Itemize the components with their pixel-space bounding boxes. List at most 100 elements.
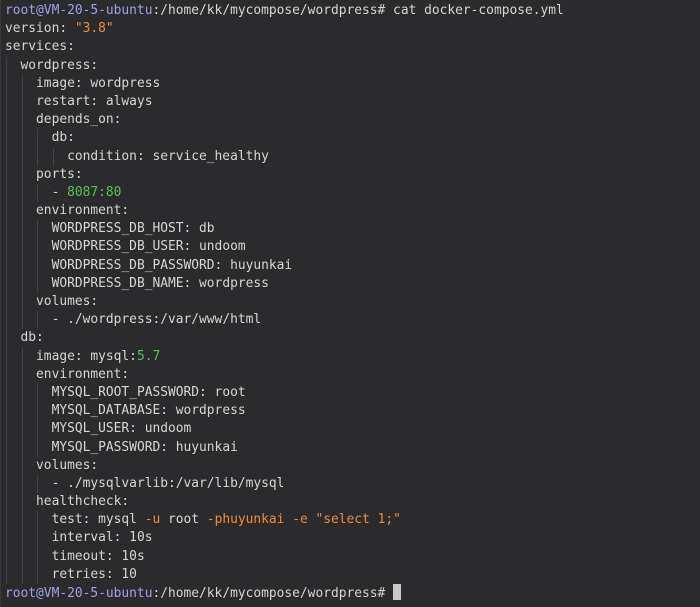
- indent-guide: [6, 365, 7, 384]
- indent-guide: [37, 547, 39, 566]
- text-segment: WORDPRESS_DB_PASSWORD: huyunkai: [51, 257, 293, 273]
- indent-guide: [21, 547, 23, 566]
- indent-guide: [21, 74, 23, 93]
- output-line: MYSQL_USER: undoom: [5, 420, 564, 439]
- text-segment: root: [160, 512, 207, 528]
- text-segment: MYSQL_USER: undoom: [51, 421, 192, 437]
- indent-guide: [6, 311, 7, 330]
- output-line: db:: [5, 329, 564, 348]
- output-line: image: wordpress: [5, 74, 564, 93]
- indent-guide: [21, 493, 23, 512]
- text-segment: image: mysql:: [36, 348, 137, 364]
- indent-guide: [6, 129, 7, 148]
- output-line: - 8087:80: [5, 183, 564, 203]
- indent-guide: [6, 293, 7, 312]
- output-line: - ./wordpress:/var/www/html: [5, 311, 564, 330]
- text-segment: MYSQL_ROOT_PASSWORD: root: [51, 384, 246, 400]
- output-line: WORDPRESS_DB_NAME: wordpress: [5, 274, 564, 293]
- indent-guide: [6, 274, 7, 293]
- text-segment: :/home/kk/mycompose/wordpress# cat docke…: [152, 3, 564, 18]
- terminal-output[interactable]: root@VM-20-5-ubuntu:/home/kk/mycompose/w…: [5, 2, 564, 602]
- indent-guide: [21, 293, 23, 312]
- output-line: MYSQL_PASSWORD: huyunkai: [5, 438, 564, 457]
- text-segment: MYSQL_PASSWORD: huyunkai: [51, 439, 238, 455]
- text-cursor: [393, 584, 402, 600]
- text-segment: depends_on:: [36, 112, 122, 128]
- indent-guide: [37, 529, 39, 548]
- indent-guide: [6, 56, 7, 75]
- output-line: depends_on:: [5, 111, 564, 130]
- text-segment: 5.7: [136, 348, 161, 364]
- output-line: environment:: [5, 365, 564, 384]
- indent-guide: [6, 111, 7, 130]
- text-segment: test: mysql: [51, 512, 145, 528]
- indent-guide: [21, 274, 23, 293]
- indent-guide: [21, 220, 23, 239]
- indent-guide: [6, 474, 7, 494]
- output-line: db:: [5, 129, 564, 148]
- prompt-line: root@VM-20-5-ubuntu:/home/kk/mycompose/w…: [5, 584, 564, 602]
- indent-guide: [21, 456, 23, 475]
- output-line: environment:: [5, 202, 564, 221]
- output-line: volumes:: [5, 456, 564, 475]
- indent-guide: [21, 92, 23, 112]
- indent-guide: [6, 547, 7, 566]
- indent-guide: [37, 402, 39, 421]
- indent-guide: [6, 92, 7, 112]
- indent-guide: [6, 165, 7, 184]
- text-segment: WORDPRESS_DB_USER: undoom: [51, 239, 246, 255]
- output-line: volumes:: [5, 293, 564, 312]
- output-line: interval: 10s: [5, 529, 564, 548]
- text-segment: - ./wordpress:/var/www/html: [51, 312, 262, 328]
- output-line: condition: service_healthy: [5, 147, 564, 166]
- text-segment: :/home/kk/mycompose/wordpress#: [152, 586, 394, 601]
- indent-guide: [6, 565, 7, 584]
- indent-guide: [6, 402, 7, 421]
- indent-guide: [6, 238, 7, 257]
- indent-guide: [6, 456, 7, 475]
- indent-guide: [6, 511, 7, 530]
- indent-guide: [21, 311, 23, 330]
- text-segment: condition: service_healthy: [67, 148, 269, 164]
- indent-guide: [37, 511, 39, 530]
- output-line: ports:: [5, 165, 564, 184]
- output-line: test: mysql -u root -phuyunkai -e "selec…: [5, 511, 564, 530]
- text-segment: services:: [5, 39, 75, 55]
- text-segment: wordpress:: [20, 57, 99, 73]
- indent-guide: [37, 274, 39, 293]
- text-segment: timeout: 10s: [51, 548, 145, 564]
- output-line: services:: [5, 38, 564, 56]
- text-segment: environment:: [36, 366, 130, 382]
- indent-guide: [37, 565, 39, 584]
- text-segment: ports:: [36, 166, 83, 182]
- output-line: image: mysql:5.7: [5, 347, 564, 366]
- indent-guide: [37, 129, 39, 148]
- indent-guide: [21, 347, 23, 366]
- indent-guide: [6, 202, 7, 221]
- indent-guide: [21, 202, 23, 221]
- indent-guide: [21, 474, 23, 494]
- output-line: healthcheck:: [5, 493, 564, 512]
- indent-guide: [6, 420, 7, 439]
- indent-guide: [37, 183, 39, 203]
- indent-guide: [21, 383, 23, 403]
- output-line: wordpress:: [5, 56, 564, 75]
- indent-guide: [6, 256, 7, 275]
- text-segment: MYSQL_DATABASE: wordpress: [51, 403, 246, 419]
